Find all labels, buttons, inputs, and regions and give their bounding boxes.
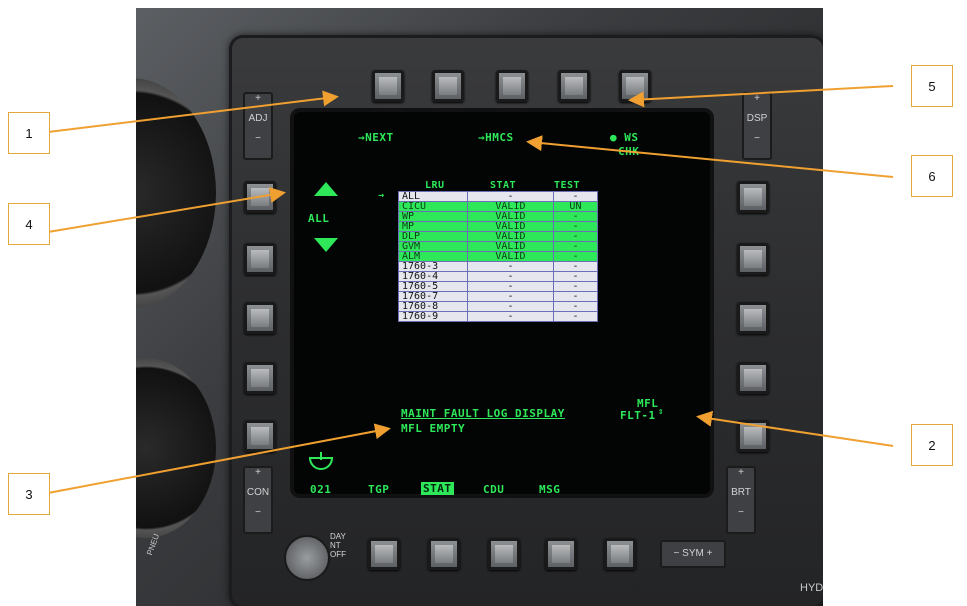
callout-5: 5 [911,65,953,107]
arrow-1 [47,90,339,133]
callout-arrows [47,85,894,494]
arrow-2 [696,410,894,447]
callout-2: 2 [911,424,953,466]
arrow-6 [526,135,894,178]
callout-1: 1 [8,112,50,154]
arrow-3 [47,423,391,494]
callout-6: 6 [911,155,953,197]
arrow-4 [47,187,286,233]
callout-3: 3 [8,473,50,515]
callout-4: 4 [8,203,50,245]
arrow-5 [628,85,894,108]
